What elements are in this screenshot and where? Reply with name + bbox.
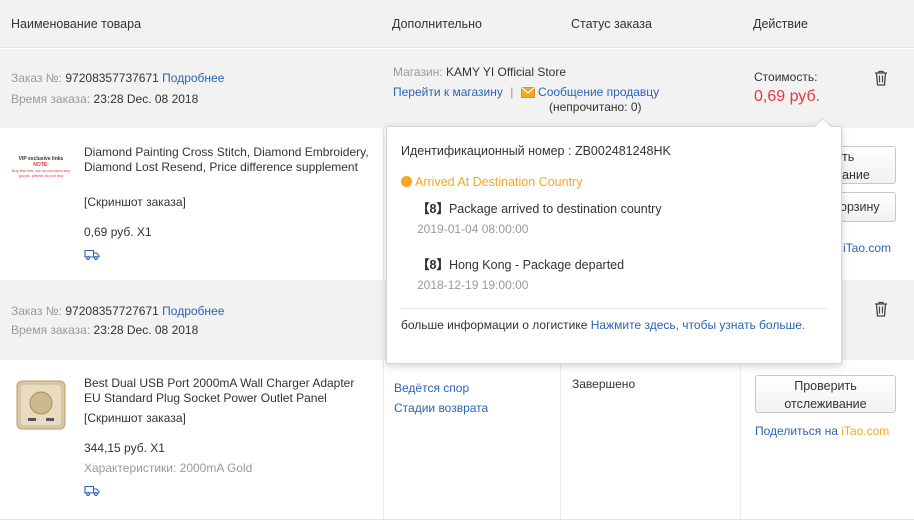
track-button[interactable]: Проверить отслеживание: [755, 375, 896, 413]
message-seller-link[interactable]: Сообщение продавцу: [538, 85, 659, 99]
order-status: Завершено: [572, 377, 636, 391]
order-number: Заказ №: 97208357727671 Подробнее: [11, 304, 225, 318]
tracking-event-time: 2019-01-04 08:00:00: [417, 222, 529, 236]
col-status: Статус заказа: [571, 17, 652, 31]
cost-label: Стоимость:: [754, 70, 818, 84]
tracking-status: Arrived At Destination Country: [401, 175, 582, 189]
order-snapshot-link[interactable]: [Скриншот заказа]: [84, 411, 186, 425]
logistics-more: больше информации о логистике Нажмите зд…: [401, 318, 806, 332]
order-number: Заказ №: 97208357737671 Подробнее: [11, 71, 225, 85]
order-time: Время заказа: 23:28 Dec. 08 2018: [11, 323, 199, 337]
product-thumbnail[interactable]: VIP exclusive links NOTE: Buy this link,…: [10, 150, 72, 190]
tracking-popup: Идентификационный номер : ZB002481248HK …: [386, 117, 842, 364]
tracking-event: 【8】Package arrived to destination countr…: [417, 202, 662, 216]
col-action: Действие: [753, 17, 808, 31]
product-thumbnail[interactable]: [12, 375, 70, 433]
product-title[interactable]: Diamond Painting Cross Stitch, Diamond E…: [84, 145, 374, 175]
col-extra: Дополнительно: [392, 17, 482, 31]
order-details-link[interactable]: Подробнее: [162, 304, 224, 318]
trash-icon: [875, 301, 887, 317]
divider: [401, 308, 827, 309]
goto-store-link[interactable]: Перейти к магазину: [393, 85, 503, 99]
order-details-link[interactable]: Подробнее: [162, 71, 224, 85]
store-info: Магазин: KAMY YI Official Store: [393, 65, 567, 79]
tracking-number: Идентификационный номер : ZB002481248HK: [401, 144, 671, 158]
order-cost: 0,69 руб.: [754, 88, 821, 105]
dispute-link[interactable]: Ведётся спор: [394, 381, 469, 395]
logistics-more-link[interactable]: Нажмите здесь, чтобы узнать больше.: [591, 318, 805, 332]
delivery-truck-icon: [84, 249, 100, 260]
envelope-icon: [520, 87, 535, 101]
trash-icon: [875, 70, 887, 86]
table-header: Наименование товара Дополнительно Статус…: [0, 0, 914, 48]
order-header: Заказ №: 97208357737671 Подробнее Время …: [0, 49, 914, 128]
item-price: 344,15 руб. X1: [84, 441, 165, 455]
order-time: Время заказа: 23:28 Dec. 08 2018: [11, 92, 199, 106]
delete-order-button[interactable]: [874, 70, 888, 86]
item-spec: Характеристики: 2000mA Gold: [84, 461, 253, 475]
tracking-event-time: 2018-12-19 19:00:00: [417, 278, 529, 292]
share-itao-link[interactable]: iTao.com: [843, 241, 891, 255]
delivery-truck-icon: [84, 485, 100, 496]
col-product: Наименование товара: [11, 17, 142, 31]
share-itao[interactable]: Поделиться на iTao.com: [755, 424, 889, 438]
item-price: 0,69 руб. X1: [84, 225, 152, 239]
order-item-row: Best Dual USB Port 2000mA Wall Charger A…: [0, 360, 914, 520]
status-dot-icon: [401, 176, 412, 187]
tracking-event: 【8】Hong Kong - Package departed: [417, 258, 625, 272]
store-links: Перейти к магазину | Сообщение продавцу: [393, 85, 660, 101]
product-title[interactable]: Best Dual USB Port 2000mA Wall Charger A…: [84, 376, 374, 406]
order-snapshot-link[interactable]: [Скриншот заказа]: [84, 195, 186, 209]
unread-count[interactable]: (непрочитано: 0): [549, 100, 642, 114]
delete-order-button[interactable]: [874, 301, 888, 317]
return-stages-link[interactable]: Стадии возврата: [394, 401, 488, 415]
